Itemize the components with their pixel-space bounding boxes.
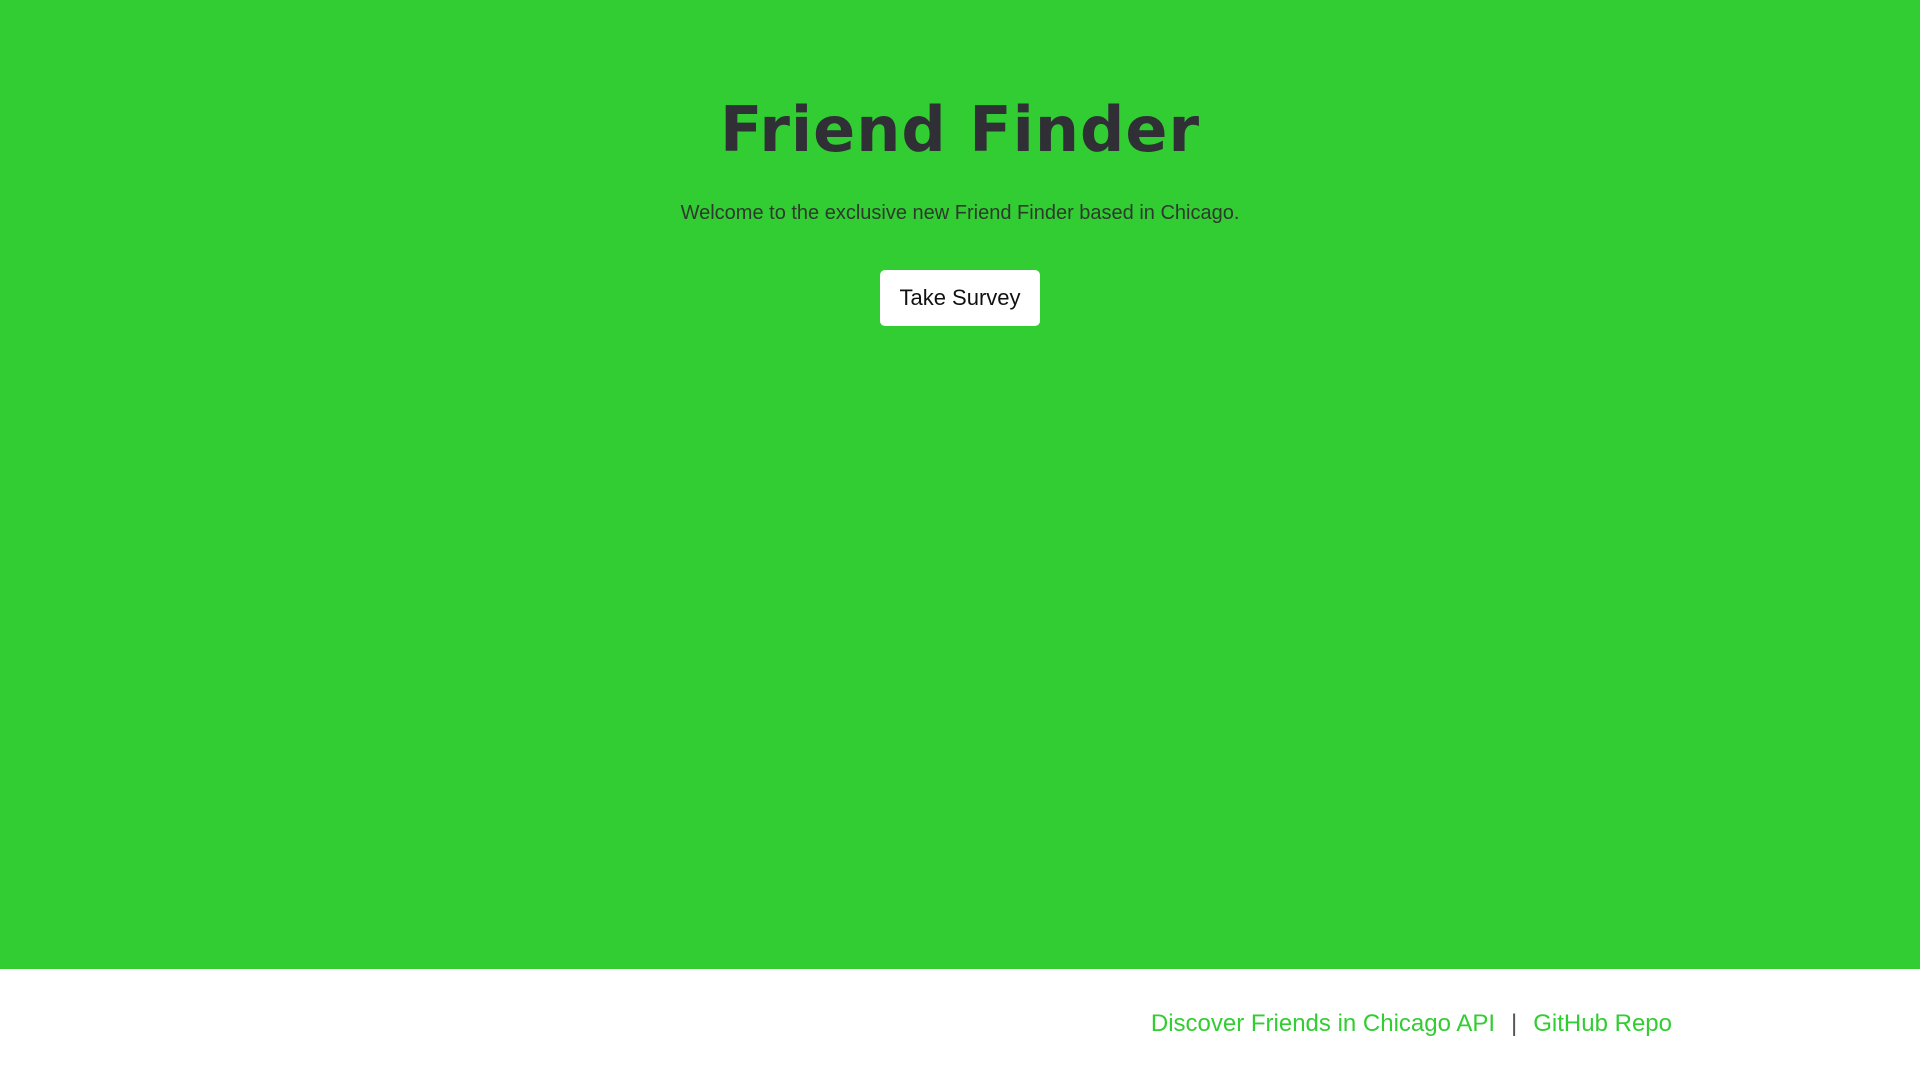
footer-separator: | bbox=[1511, 1010, 1518, 1037]
github-repo-link[interactable]: GitHub Repo bbox=[1533, 1010, 1672, 1037]
footer-links: Discover Friends in Chicago API | GitHub R… bbox=[1151, 1008, 1672, 1040]
page-title: Friend Finder bbox=[719, 93, 1201, 166]
hero-section: Friend Finder Welcome to the exclusive n… bbox=[0, 0, 1920, 969]
footer: Discover Friends in Chicago API | GitHub R… bbox=[0, 969, 1920, 1079]
welcome-text: Welcome to the exclusive new Friend Find… bbox=[680, 202, 1240, 224]
take-survey-button[interactable]: Take Survey bbox=[880, 270, 1040, 326]
api-link[interactable]: Discover Friends in Chicago API bbox=[1151, 1010, 1495, 1037]
